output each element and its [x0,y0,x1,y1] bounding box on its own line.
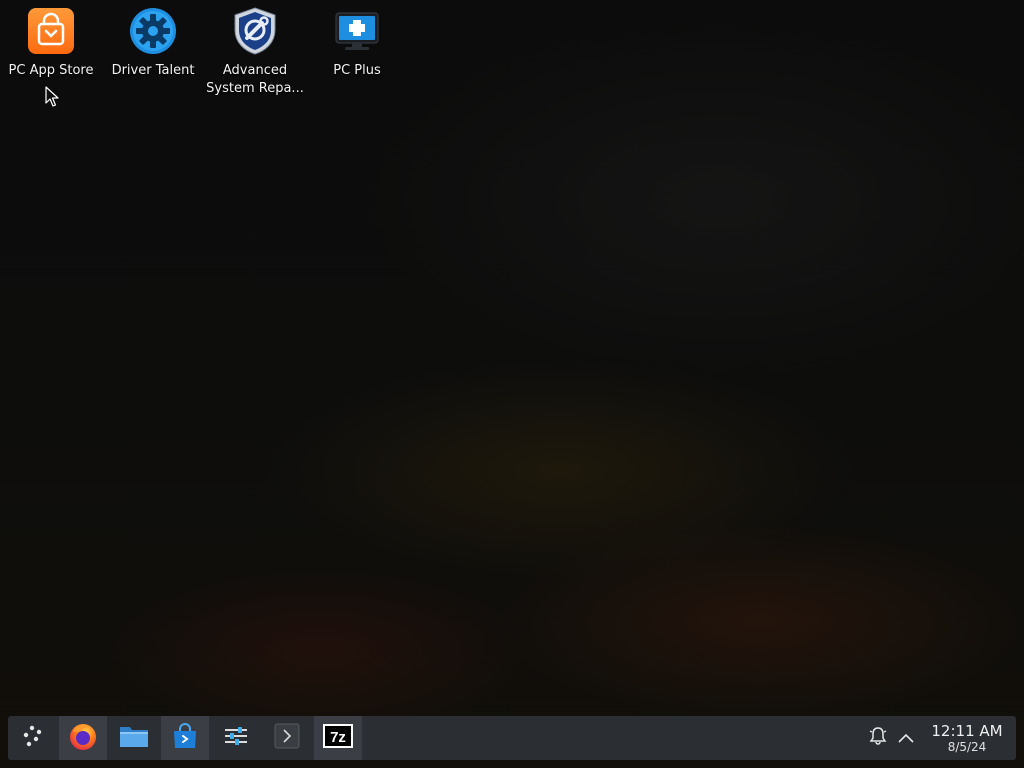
desktop-icon-label: PC Plus [333,63,381,78]
taskbar-item-system-settings[interactable] [212,716,260,760]
show-hidden-icons-button[interactable] [892,724,920,752]
taskbar: 7z 12:11 AM 8/5/24 [8,716,1016,760]
mouse-cursor-icon [45,86,61,108]
7z-icon-text: 7z [330,729,346,746]
desktop-icon-label: PC App Store [8,63,94,78]
application-launcher-button[interactable] [8,716,56,760]
desktop-icon-driver-talent[interactable]: Driver Talent [103,6,203,80]
gear-icon [128,6,178,56]
desktop-icon-label: Driver Talent [111,63,195,78]
7z-icon: 7z [323,724,353,752]
taskbar-item-firefox[interactable] [59,716,107,760]
firefox-icon [67,720,99,756]
taskbar-item-7zip[interactable]: 7z [314,716,362,760]
system-tray: 12:11 AM 8/5/24 [864,716,1016,760]
terminal-icon [273,722,301,754]
clock-date: 8/5/24 [947,740,987,754]
bell-icon [868,726,888,750]
shopping-bag-icon [26,6,76,56]
desktop-icon-pc-plus[interactable]: PC Plus [307,6,407,80]
desktop-icon-label: Advanced System Repa... [206,63,304,96]
chevron-up-icon [897,729,915,748]
taskbar-item-terminal[interactable] [263,716,311,760]
launcher-icon [19,723,45,753]
folder-icon [118,722,150,754]
shield-wrench-icon [230,6,280,56]
store-bag-icon [170,721,200,755]
taskbar-item-app-store[interactable] [161,716,209,760]
clock[interactable]: 12:11 AM 8/5/24 [928,722,1006,754]
sliders-icon [222,724,250,752]
desktop-icon-area: PC App Store Driver Talent Advanced Syst… [0,6,420,106]
desktop-wallpaper [0,0,1024,768]
monitor-plus-icon [332,6,382,56]
desktop-icon-pc-app-store[interactable]: PC App Store [1,6,101,80]
notifications-button[interactable] [864,724,892,752]
clock-time: 12:11 AM [931,722,1003,740]
desktop-icon-advanced-system-repair[interactable]: Advanced System Repa... [205,6,305,98]
taskbar-item-file-manager[interactable] [110,716,158,760]
